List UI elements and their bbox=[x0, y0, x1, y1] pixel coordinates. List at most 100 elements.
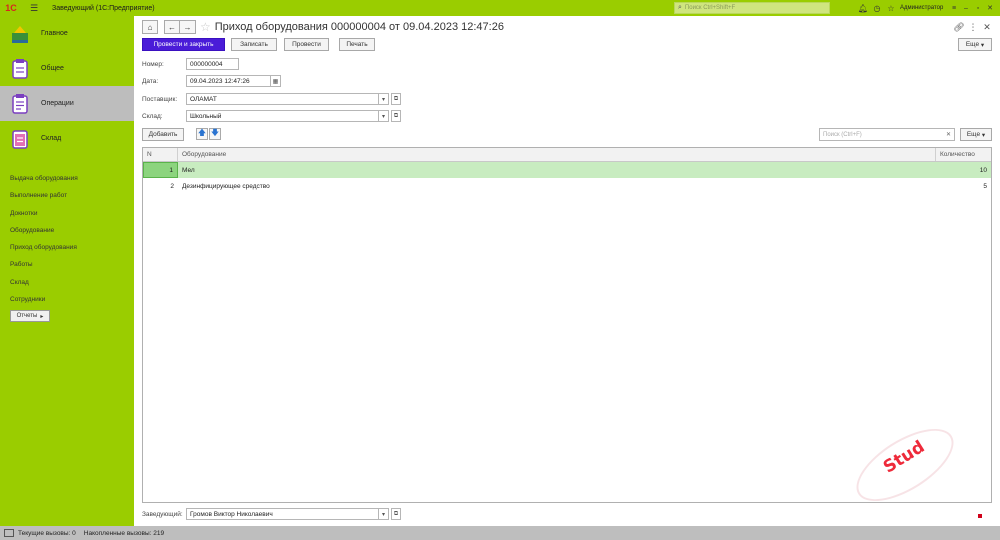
back-button[interactable]: ← bbox=[164, 20, 180, 34]
supplier-dropdown-icon[interactable]: ▾ bbox=[379, 93, 389, 105]
search-icon: ⌕ bbox=[678, 4, 682, 11]
cell-equipment: Мел bbox=[182, 166, 195, 174]
section-operations[interactable]: Операции bbox=[0, 86, 134, 121]
bell-icon[interactable]: 🔔︎ bbox=[856, 4, 870, 13]
table-more-button[interactable]: Еще ▾ bbox=[960, 128, 992, 141]
cell-n: 2 bbox=[170, 182, 174, 190]
nav-item-equipment[interactable]: Оборудование bbox=[0, 222, 134, 239]
post-button[interactable]: Провести bbox=[284, 38, 329, 51]
manager-label: Заведующий: bbox=[142, 510, 183, 518]
supplier-row: Поставщик: ОЛАМАТ ▾ ⧉ bbox=[142, 93, 401, 105]
general-icon bbox=[12, 58, 28, 79]
user-name[interactable]: Администратор bbox=[900, 0, 943, 16]
nav-item-works[interactable]: Работы bbox=[0, 256, 134, 273]
move-up-button[interactable]: 🡅︎ bbox=[196, 128, 208, 140]
chevron-down-icon: ▾ bbox=[980, 41, 985, 49]
forward-button[interactable]: → bbox=[180, 20, 196, 34]
chevron-down-icon: ▾ bbox=[981, 131, 986, 139]
warehouse-open-icon[interactable]: ⧉ bbox=[391, 110, 401, 122]
window-icon bbox=[4, 529, 14, 537]
accumulated-calls: Накопленные вызовы: 219 bbox=[83, 529, 165, 537]
reports-label: Отчеты bbox=[16, 313, 38, 320]
nav-arrows: ← → bbox=[164, 20, 196, 34]
date-field[interactable]: 09.04.2023 12:47:26 bbox=[186, 75, 271, 87]
nav-item-equipment-receipt[interactable]: Приход оборудования bbox=[0, 239, 134, 256]
form-title: Приход оборудования 000000004 от 09.04.2… bbox=[214, 21, 504, 33]
section-label: Склад bbox=[41, 135, 62, 142]
date-row: Дата: 09.04.2023 12:47:26 ▦ bbox=[142, 75, 281, 87]
supplier-field[interactable]: ОЛАМАТ bbox=[186, 93, 379, 105]
section-label: Общее bbox=[41, 65, 64, 72]
table-search-input[interactable]: Поиск (Ctrl+F) ✕ bbox=[819, 128, 955, 141]
add-row-button[interactable]: Добавить bbox=[142, 128, 184, 141]
global-search-input[interactable]: ⌕ Поиск Ctrl+Shift+F bbox=[674, 2, 830, 14]
document-form: ⌂ ← → ☆ Приход оборудования 000000004 от… bbox=[134, 16, 1000, 526]
nav-item-employees[interactable]: Сотрудники bbox=[0, 291, 134, 308]
post-and-close-button[interactable]: Провести и закрыть bbox=[142, 38, 225, 51]
clear-search-icon[interactable]: ✕ bbox=[946, 131, 951, 138]
nav-item-documents[interactable]: Докнотки bbox=[0, 205, 134, 222]
operations-icon bbox=[12, 93, 28, 114]
warehouse-label: Склад: bbox=[142, 112, 163, 120]
section-general[interactable]: Общее bbox=[0, 51, 134, 86]
save-button[interactable]: Записать bbox=[231, 38, 277, 51]
more-label: Еще bbox=[965, 41, 980, 48]
chevron-right-icon: ▸ bbox=[40, 313, 44, 320]
print-button[interactable]: Печать bbox=[339, 38, 375, 51]
global-search-placeholder: Поиск Ctrl+Shift+F bbox=[684, 5, 736, 11]
home-icon bbox=[12, 25, 28, 43]
nav-item-work-execution[interactable]: Выполнение работ bbox=[0, 187, 134, 204]
titlebar-icons: 🔔︎ ◷ ☆ bbox=[856, 0, 898, 16]
cell-n: 1 bbox=[143, 162, 178, 178]
title-bar: 1С ☰ Заведующий (1С:Предприятие) ⌕ Поиск… bbox=[0, 0, 1000, 16]
more-vertical-icon[interactable]: ⋮ bbox=[966, 22, 980, 33]
section-label: Главное bbox=[41, 30, 68, 37]
home-button[interactable]: ⌂ bbox=[142, 20, 158, 34]
link-icon[interactable]: 🔗︎ bbox=[952, 22, 966, 33]
form-header-actions: 🔗︎ ⋮ ✕ bbox=[952, 20, 994, 34]
column-header-equipment[interactable]: Оборудование bbox=[178, 148, 936, 161]
cell-quantity: 10 bbox=[979, 166, 987, 174]
manager-open-icon[interactable]: ⧉ bbox=[391, 508, 401, 520]
manager-row: Заведующий: Громов Виктор Николаевич ▾ ⧉ bbox=[142, 508, 401, 520]
favorites-icon[interactable]: ☆ bbox=[884, 4, 898, 13]
more-button[interactable]: Еще ▾ bbox=[958, 38, 992, 51]
arrow-up-icon: 🡅︎ bbox=[197, 128, 207, 137]
table-row[interactable]: 1 Мел 10 bbox=[143, 162, 991, 178]
section-main[interactable]: Главное bbox=[0, 16, 134, 51]
manager-field[interactable]: Громов Виктор Николаевич bbox=[186, 508, 379, 520]
calendar-icon[interactable]: ▦ bbox=[271, 75, 281, 87]
table-header: N Оборудование Количество bbox=[143, 148, 991, 162]
warehouse-row: Склад: Школьный ▾ ⧉ bbox=[142, 110, 401, 122]
main-menu-icon[interactable]: ☰ bbox=[28, 0, 40, 16]
warehouse-dropdown-icon[interactable]: ▾ bbox=[379, 110, 389, 122]
minimize-icon[interactable]: – bbox=[960, 5, 972, 12]
nav-list: Выдача оборудования Выполнение работ Док… bbox=[0, 170, 134, 308]
column-header-n[interactable]: N bbox=[143, 148, 178, 161]
table-row[interactable]: 2 Дезинфицирующее средство 5 bbox=[143, 178, 991, 194]
supplier-open-icon[interactable]: ⧉ bbox=[391, 93, 401, 105]
nav-item-warehouse[interactable]: Склад bbox=[0, 274, 134, 291]
manager-dropdown-icon[interactable]: ▾ bbox=[379, 508, 389, 520]
nav-item-equipment-issue[interactable]: Выдача оборудования bbox=[0, 170, 134, 187]
table-more-label: Еще bbox=[966, 131, 981, 138]
move-down-button[interactable]: 🡇︎ bbox=[209, 128, 221, 140]
equipment-table: N Оборудование Количество 1 Мел 10 2 Дез… bbox=[142, 147, 992, 503]
window-controls: ≡ – ▫ ✕ bbox=[948, 0, 996, 16]
maximize-icon[interactable]: ▫ bbox=[972, 5, 984, 12]
reports-button[interactable]: Отчеты ▸ bbox=[10, 310, 50, 323]
close-form-icon[interactable]: ✕ bbox=[980, 22, 994, 33]
column-header-quantity[interactable]: Количество bbox=[936, 148, 991, 161]
warehouse-field[interactable]: Школьный bbox=[186, 110, 379, 122]
number-field[interactable]: 000000004 bbox=[186, 58, 239, 70]
date-label: Дата: bbox=[142, 77, 159, 85]
favorite-star-icon[interactable]: ☆ bbox=[200, 20, 211, 34]
close-icon[interactable]: ✕ bbox=[984, 4, 996, 12]
home-icon: ⌂ bbox=[147, 22, 153, 32]
cell-quantity: 5 bbox=[983, 182, 987, 190]
red-marker bbox=[978, 514, 982, 518]
section-warehouse[interactable]: Склад bbox=[0, 121, 134, 156]
form-header: ⌂ ← → ☆ Приход оборудования 000000004 от… bbox=[142, 20, 504, 34]
settings-icon[interactable]: ≡ bbox=[948, 5, 960, 12]
history-icon[interactable]: ◷ bbox=[870, 4, 884, 13]
